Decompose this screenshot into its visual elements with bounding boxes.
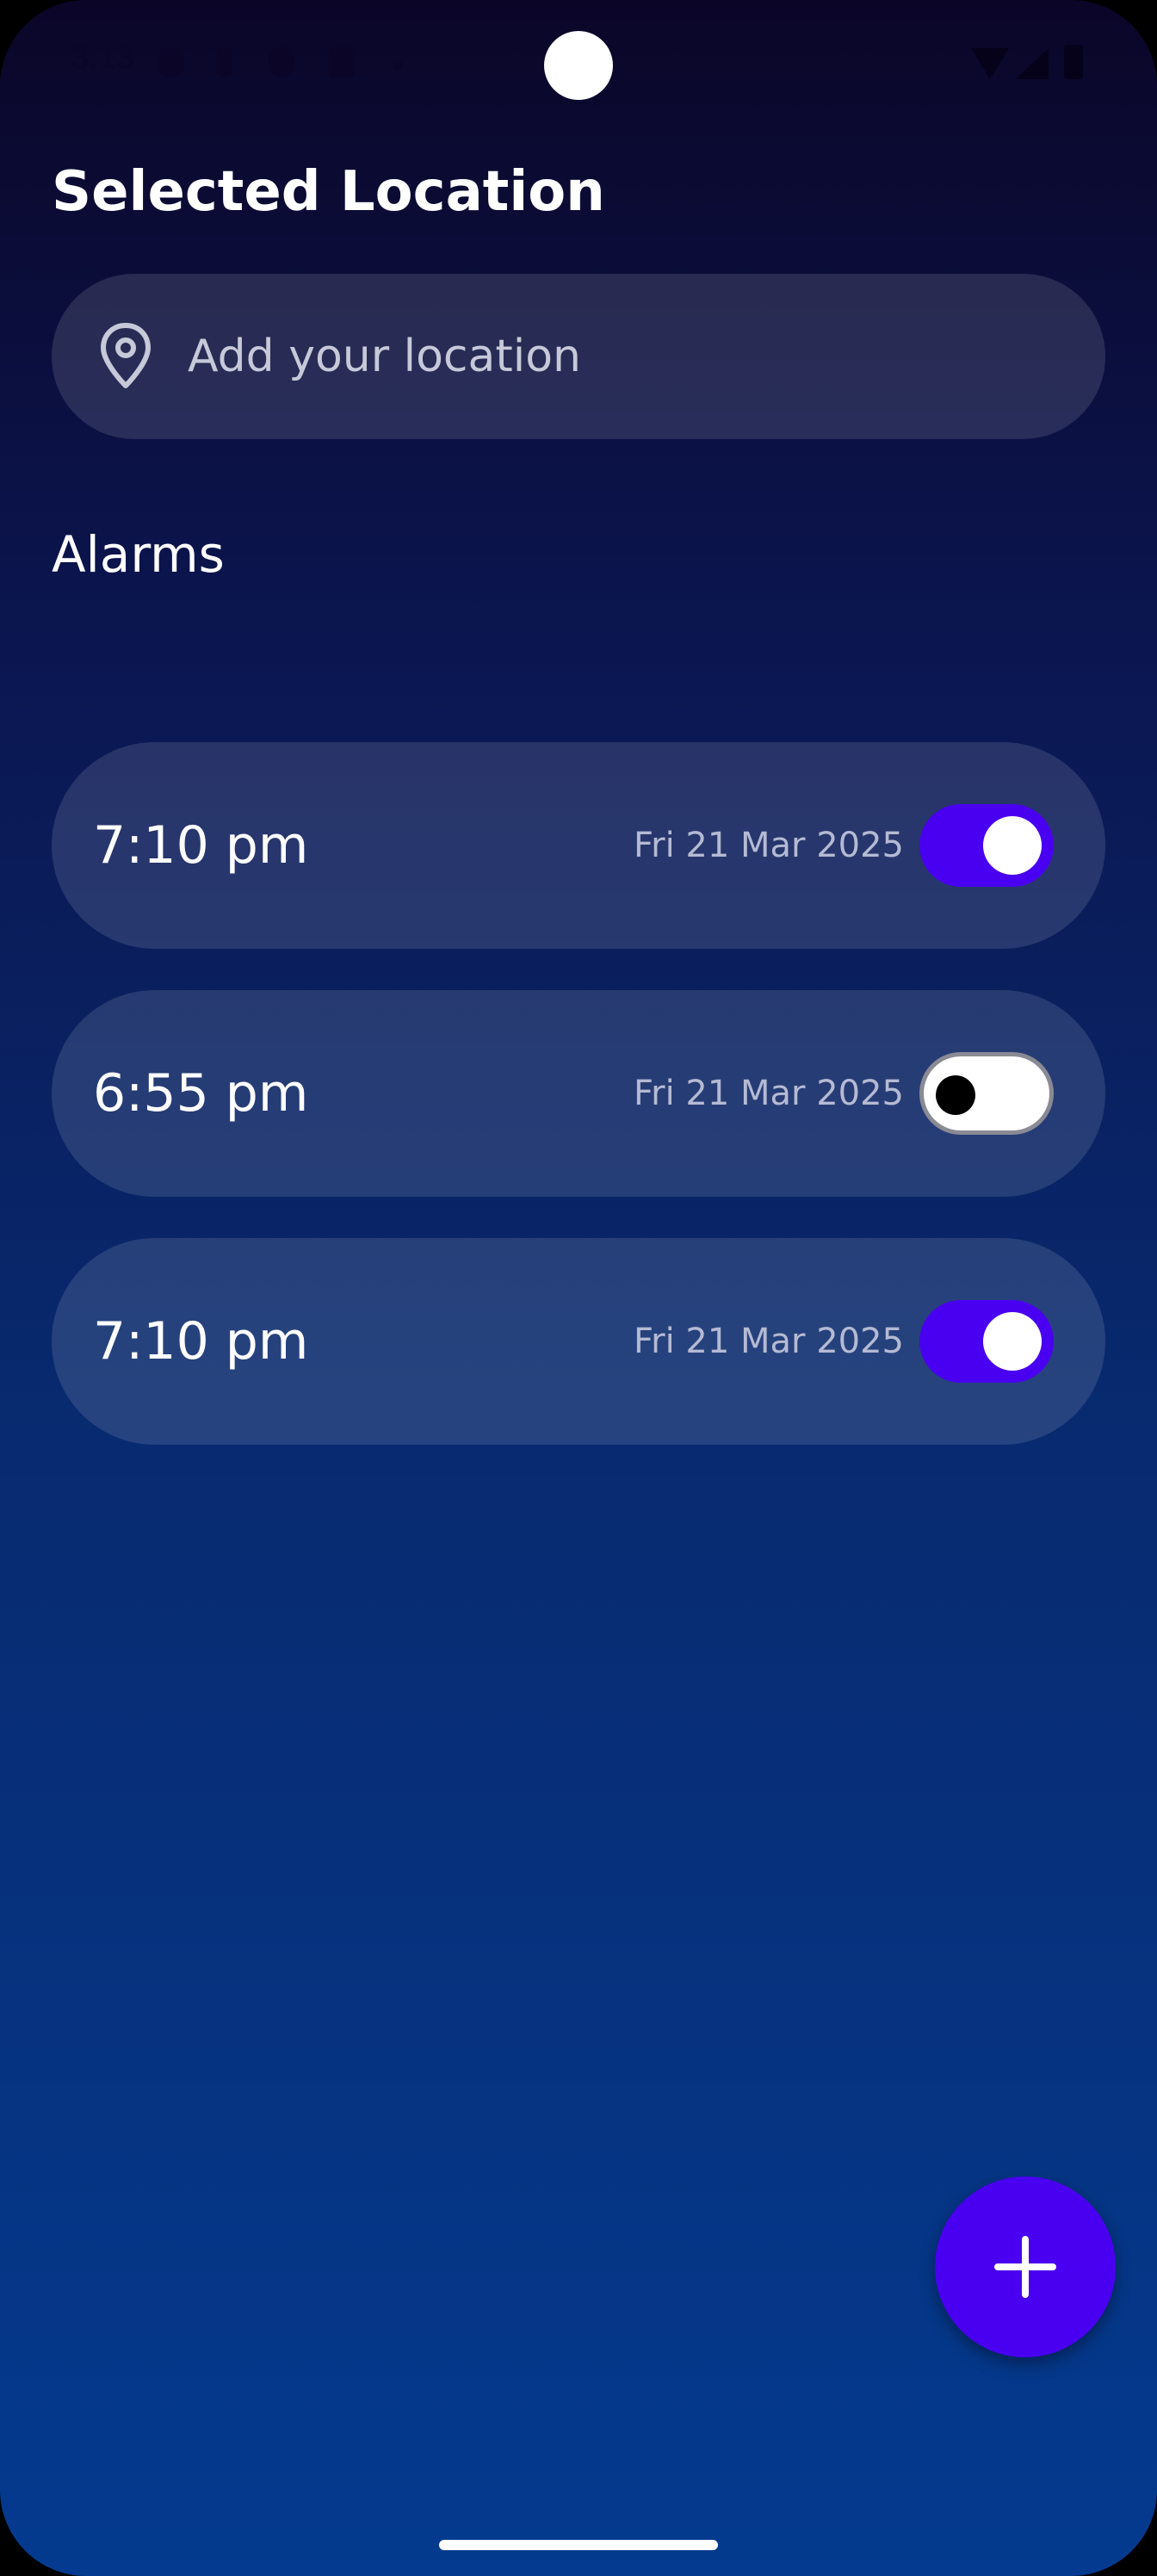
toggle-knob <box>983 1312 1042 1371</box>
alarm-list: 7:10 pm Fri 21 Mar 2025 6:55 pm Fri 21 M… <box>52 742 1105 1486</box>
location-input[interactable]: Add your location <box>52 274 1105 439</box>
map-pin-icon <box>101 323 151 388</box>
alarm-date: Fri 21 Mar 2025 <box>634 1074 904 1113</box>
plus-icon <box>994 2236 1056 2298</box>
alarm-toggle[interactable] <box>919 804 1054 887</box>
usb-icon <box>217 46 232 77</box>
add-alarm-button[interactable] <box>935 2177 1116 2357</box>
app-screen: 3:13 Selected Location Add your location… <box>0 0 1157 2576</box>
notification-dot-icon <box>393 60 403 71</box>
signal-icon <box>1016 48 1049 79</box>
toggle-knob <box>936 1075 975 1115</box>
status-bar: 3:13 <box>0 0 1157 129</box>
alarm-item[interactable]: 7:10 pm Fri 21 Mar 2025 <box>52 742 1105 949</box>
alarms-section-title: Alarms <box>52 525 225 584</box>
alarm-time: 6:55 pm <box>93 1063 309 1124</box>
alarm-time: 7:10 pm <box>93 815 309 876</box>
alarm-item[interactable]: 6:55 pm Fri 21 Mar 2025 <box>52 990 1105 1197</box>
alarm-toggle[interactable] <box>919 1300 1054 1383</box>
alarm-time: 7:10 pm <box>93 1311 309 1372</box>
status-time: 3:13 <box>71 40 134 76</box>
battery-icon <box>1064 45 1083 79</box>
alarm-item[interactable]: 7:10 pm Fri 21 Mar 2025 <box>52 1238 1105 1445</box>
alarm-date: Fri 21 Mar 2025 <box>634 1322 904 1361</box>
vpn-icon <box>158 46 184 77</box>
wifi-icon <box>971 48 1009 79</box>
camera-cutout <box>544 31 613 100</box>
sd-card-icon <box>329 46 355 77</box>
toggle-knob <box>983 816 1042 875</box>
location-placeholder: Add your location <box>188 331 581 382</box>
shield-icon <box>269 46 294 77</box>
alarm-toggle[interactable] <box>919 1052 1054 1135</box>
alarm-date: Fri 21 Mar 2025 <box>634 826 904 865</box>
gesture-nav-handle[interactable] <box>439 2540 718 2550</box>
page-title: Selected Location <box>52 160 605 224</box>
